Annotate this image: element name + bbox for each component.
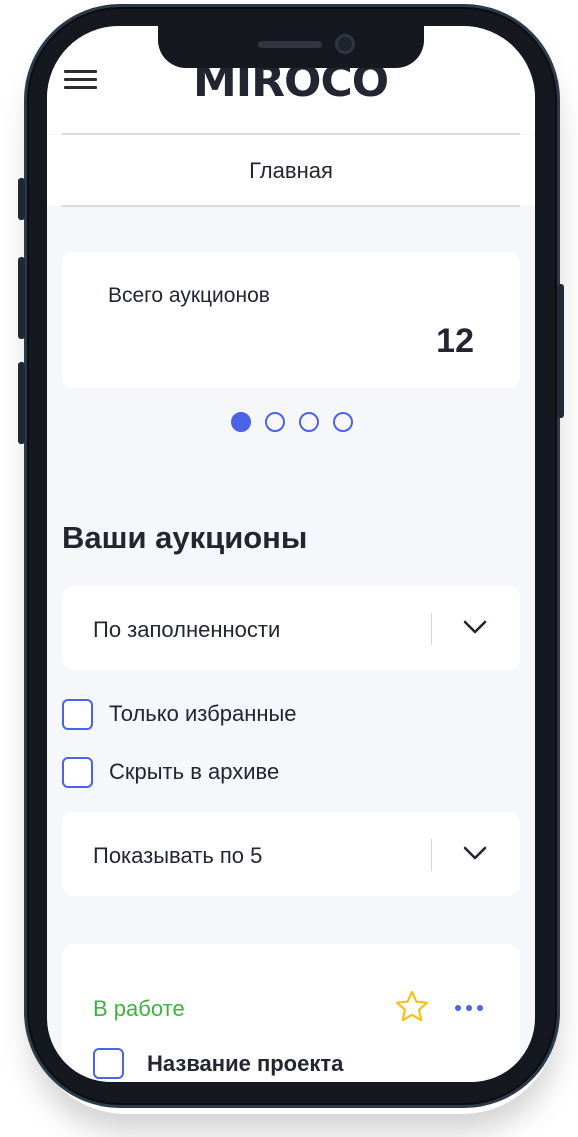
project-checkbox[interactable] [93,1048,124,1079]
phone-power-button [557,284,564,418]
phone-notch [158,26,424,68]
more-dots-icon[interactable] [455,1005,483,1011]
carousel-dot-3[interactable] [299,412,319,432]
hide-archive-checkbox[interactable] [62,756,93,788]
hamburger-menu-icon[interactable] [64,70,97,92]
favorites-label: Только избранные [109,701,297,726]
front-camera [335,34,355,54]
total-auctions-card[interactable]: Всего аукционов 12 [62,252,520,388]
speaker-grille [258,41,322,48]
carousel-dot-1[interactable] [231,412,251,432]
carousel-dot-4[interactable] [333,412,353,432]
title-divider [62,205,520,207]
sort-select-value: По заполненности [93,617,281,642]
page-title: Главная [249,158,333,183]
filter-hide-archive[interactable]: Скрыть в архиве [62,756,279,788]
auction-card[interactable]: В работе Название проекта [62,944,520,1082]
chevron-down-icon[interactable] [460,842,490,864]
app-screen: MIROCO Главная Всего аукционов 12 Ваши а… [47,26,535,1082]
favorites-checkbox[interactable] [62,698,93,730]
total-auctions-value: 12 [436,322,474,360]
star-outline-icon[interactable] [394,989,430,1025]
carousel-pagination [231,412,353,432]
page-size-select[interactable]: Показывать по 5 [62,812,520,896]
project-row[interactable]: Название проекта [93,1048,343,1079]
select-separator [431,613,432,645]
filter-favorites[interactable]: Только избранные [62,698,297,730]
page-size-select-value: Показывать по 5 [93,843,263,868]
sort-select[interactable]: По заполненности [62,586,520,670]
total-auctions-label: Всего аукционов [108,284,270,307]
carousel-dot-2[interactable] [265,412,285,432]
phone-volume-down [18,362,25,444]
project-name: Название проекта [147,1050,344,1076]
chevron-down-icon[interactable] [460,616,490,638]
auction-status: В работе [93,996,185,1021]
phone-volume-up [18,257,25,339]
phone-mute-switch [18,178,25,220]
hide-archive-label: Скрыть в архиве [109,759,280,784]
section-title: Ваши аукционы [62,520,308,555]
select-separator [431,839,432,871]
